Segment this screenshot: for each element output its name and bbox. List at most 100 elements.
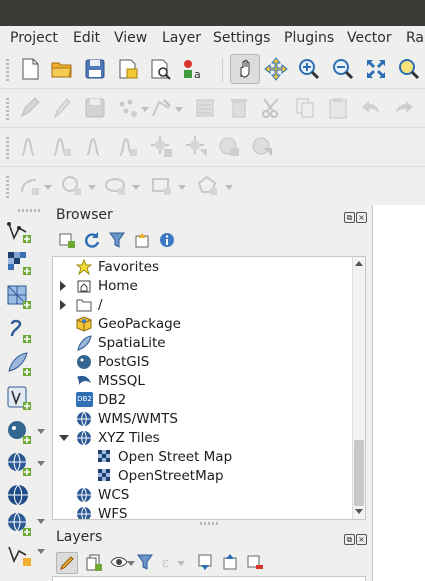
modify-attributes-icon[interactable] — [194, 96, 218, 120]
filter-by-expression-icon[interactable]: ε — [160, 553, 178, 571]
add-wcs-layer-icon[interactable] — [6, 483, 32, 509]
menu-raster[interactable]: Ra — [406, 30, 424, 46]
expand-arrow-icon[interactable] — [60, 300, 66, 310]
label-tool-2-icon[interactable] — [50, 135, 74, 159]
panel-splitter[interactable] — [200, 522, 220, 525]
open-project-icon[interactable] — [50, 57, 74, 81]
wfs-dropdown[interactable] — [37, 519, 45, 524]
digitize-point-icon[interactable] — [116, 96, 140, 120]
paste-features-icon[interactable] — [326, 96, 350, 120]
menu-settings[interactable]: Settings — [213, 30, 270, 46]
add-group-icon[interactable] — [85, 553, 103, 571]
remove-layer-icon[interactable] — [246, 553, 264, 571]
add-delimited-text-layer-icon[interactable] — [6, 318, 32, 344]
layer-styling-icon[interactable] — [56, 552, 78, 574]
add-wfs-layer-icon[interactable] — [6, 511, 32, 537]
collapse-all-layers-icon[interactable] — [221, 553, 239, 571]
scroll-up-arrow[interactable] — [355, 261, 363, 266]
menu-layer[interactable]: Layer — [162, 30, 201, 46]
menu-view[interactable]: View — [114, 30, 147, 46]
vertex-tool-icon[interactable] — [150, 96, 174, 120]
rectangle-dropdown[interactable] — [178, 185, 186, 190]
add-virtual-layer-icon[interactable] — [6, 385, 32, 411]
scroll-down-arrow[interactable] — [355, 509, 363, 514]
delete-selected-icon[interactable] — [227, 96, 251, 120]
new-layer-dropdown[interactable] — [37, 549, 45, 554]
menu-vector[interactable]: Vector — [347, 30, 392, 46]
toolbar-grip[interactable] — [6, 137, 9, 159]
expand-arrow-icon[interactable] — [60, 281, 66, 291]
scroll-thumb[interactable] — [354, 440, 364, 506]
label-tool-5-icon[interactable] — [150, 135, 174, 159]
close-panel-icon[interactable]: × — [356, 212, 367, 223]
sidebar-grip[interactable] — [18, 209, 40, 212]
pan-map-icon[interactable] — [230, 54, 260, 84]
toggle-editing-icon[interactable] — [50, 96, 74, 120]
save-project-icon[interactable] — [83, 57, 107, 81]
add-circular-string-icon[interactable] — [18, 174, 42, 198]
map-canvas[interactable] — [372, 205, 425, 581]
new-project-icon[interactable] — [18, 57, 42, 81]
toolbar-grip[interactable] — [6, 176, 9, 198]
layer-manager-icon[interactable]: a — [181, 57, 205, 81]
expand-all-icon[interactable] — [196, 553, 214, 571]
add-ellipse-icon[interactable] — [104, 174, 128, 198]
add-spatialite-layer-icon[interactable] — [6, 351, 32, 377]
postgis-dropdown[interactable] — [37, 429, 45, 434]
add-vector-layer-icon[interactable] — [6, 218, 32, 244]
toolbar-grip[interactable] — [6, 98, 9, 120]
zoom-in-icon[interactable] — [297, 57, 321, 81]
close-panel-icon[interactable]: × — [356, 534, 367, 545]
browser-scrollbar[interactable] — [352, 257, 365, 519]
manage-visibility-icon[interactable] — [110, 553, 128, 571]
add-raster-layer-icon[interactable] — [6, 250, 32, 276]
cut-features-icon[interactable] — [260, 96, 284, 120]
menu-plugins[interactable]: Plugins — [284, 30, 334, 46]
current-edits-icon[interactable] — [18, 96, 42, 120]
label-tool-8-icon[interactable] — [251, 135, 275, 159]
expression-dropdown[interactable] — [177, 561, 185, 566]
add-mesh-layer-icon[interactable] — [6, 284, 32, 310]
copy-features-icon[interactable] — [293, 96, 317, 120]
pan-to-selection-icon[interactable] — [264, 57, 288, 81]
label-tool-7-icon[interactable] — [218, 135, 242, 159]
add-wms-layer-icon[interactable] — [6, 451, 32, 477]
add-rectangle-icon[interactable] — [150, 174, 174, 198]
add-selected-layers-icon[interactable] — [58, 231, 76, 249]
refresh-icon[interactable] — [83, 231, 101, 249]
label-tool-3-icon[interactable] — [83, 135, 107, 159]
menu-project[interactable]: Project — [10, 30, 58, 46]
float-panel-icon[interactable]: ⧉ — [344, 534, 355, 545]
toolbar-grip[interactable] — [6, 59, 9, 81]
visibility-dropdown[interactable] — [127, 561, 135, 566]
redo-icon[interactable] — [392, 96, 416, 120]
add-regular-polygon-icon[interactable] — [196, 174, 220, 198]
label-tool-6-icon[interactable] — [185, 135, 209, 159]
collapse-arrow-icon[interactable] — [59, 435, 69, 441]
label-tool-4-icon[interactable] — [116, 135, 140, 159]
circle-dropdown[interactable] — [88, 185, 96, 190]
save-edits-icon[interactable] — [83, 96, 107, 120]
digitize-point-dropdown[interactable] — [141, 107, 149, 112]
wms-dropdown[interactable] — [37, 461, 45, 466]
float-panel-icon[interactable]: ⧉ — [344, 212, 355, 223]
undo-icon[interactable] — [359, 96, 383, 120]
label-tool-1-icon[interactable] — [18, 135, 42, 159]
zoom-out-icon[interactable] — [331, 57, 355, 81]
regular-polygon-dropdown[interactable] — [225, 185, 233, 190]
zoom-full-icon[interactable] — [364, 57, 388, 81]
filter-browser-icon[interactable] — [108, 231, 126, 249]
menu-edit[interactable]: Edit — [73, 30, 100, 46]
circular-string-dropdown[interactable] — [44, 185, 52, 190]
add-postgis-layer-icon[interactable] — [6, 419, 32, 445]
new-shapefile-icon[interactable] — [6, 541, 32, 567]
properties-info-icon[interactable] — [158, 231, 176, 249]
ellipse-dropdown[interactable] — [132, 185, 140, 190]
new-print-layout-icon[interactable] — [116, 57, 140, 81]
vertex-tool-dropdown[interactable] — [175, 107, 183, 112]
style-manager-icon[interactable] — [148, 57, 172, 81]
zoom-to-selection-icon[interactable] — [397, 57, 421, 81]
filter-legend-icon[interactable] — [136, 553, 154, 571]
add-circle-icon[interactable] — [60, 174, 84, 198]
collapse-all-icon[interactable] — [133, 231, 151, 249]
